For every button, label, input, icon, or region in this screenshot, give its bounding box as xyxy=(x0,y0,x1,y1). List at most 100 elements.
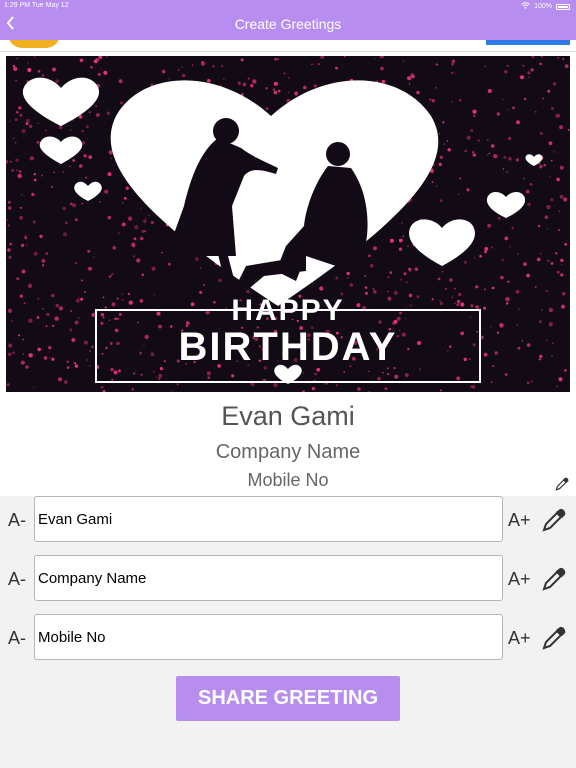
sparkle-dot xyxy=(231,374,235,378)
sparkle-dot xyxy=(112,246,117,250)
sparkle-dot xyxy=(74,320,79,325)
sparkle-dot xyxy=(389,271,393,274)
battery-percentage: 100% xyxy=(534,3,552,10)
sparkle-dot xyxy=(500,275,504,280)
sparkle-dot xyxy=(33,386,35,388)
increase-font-button[interactable]: A+ xyxy=(508,569,531,590)
sparkle-dot xyxy=(79,58,84,63)
increase-font-button[interactable]: A+ xyxy=(508,628,531,649)
decrease-font-button[interactable]: A- xyxy=(8,569,26,590)
sparkle-dot xyxy=(531,56,535,59)
sparkle-dot xyxy=(100,312,105,317)
sparkle-dot xyxy=(102,316,105,319)
sparkle-dot xyxy=(12,64,16,68)
sparkle-dot xyxy=(479,254,482,258)
sparkle-dot xyxy=(55,79,59,83)
sparkle-dot xyxy=(161,69,166,74)
eyedropper-icon[interactable] xyxy=(540,506,568,534)
sparkle-dot xyxy=(45,325,48,327)
sparkle-dot xyxy=(22,338,25,341)
eyedropper-icon[interactable] xyxy=(540,624,568,652)
name-input[interactable] xyxy=(34,496,503,542)
sparkle-dot xyxy=(403,272,407,276)
sparkle-dot xyxy=(477,139,480,142)
eyedropper-icon[interactable] xyxy=(540,565,568,593)
sparkle-dot xyxy=(439,299,442,302)
sparkle-dot xyxy=(110,367,114,372)
sparkle-dot xyxy=(223,78,225,80)
sparkle-dot xyxy=(496,112,500,116)
sparkle-dot xyxy=(50,185,54,189)
sparkle-dot xyxy=(404,373,409,377)
sparkle-dot xyxy=(407,245,409,247)
sparkle-dot xyxy=(182,73,186,78)
sparkle-dot xyxy=(176,383,179,386)
sparkle-dot xyxy=(463,260,467,264)
sparkle-dot xyxy=(265,87,268,90)
sparkle-dot xyxy=(84,176,88,179)
sparkle-dot xyxy=(12,351,15,355)
sparkle-dot xyxy=(50,293,55,298)
small-heart-shape xyxy=(409,219,475,266)
sparkle-dot xyxy=(7,200,11,204)
sparkle-dot xyxy=(546,228,548,230)
sparkle-dot xyxy=(42,307,44,310)
decrease-font-button[interactable]: A- xyxy=(8,628,26,649)
sparkle-dot xyxy=(517,346,521,350)
sparkle-dot xyxy=(125,186,129,190)
sparkle-dot xyxy=(277,58,279,60)
sparkle-dot xyxy=(28,353,33,358)
ad-banner[interactable] xyxy=(0,40,576,52)
sparkle-dot xyxy=(14,118,18,121)
sparkle-dot xyxy=(523,177,525,180)
sparkle-dot xyxy=(445,288,447,290)
sparkle-dot xyxy=(72,203,77,208)
sparkle-dot xyxy=(487,88,492,94)
mobile-input[interactable] xyxy=(34,614,503,660)
sparkle-dot xyxy=(357,387,361,391)
sparkle-dot xyxy=(66,360,69,363)
sparkle-dot xyxy=(556,385,559,388)
share-greeting-button[interactable]: SHARE GREETING xyxy=(176,676,400,721)
company-input[interactable] xyxy=(34,555,503,601)
sparkle-dot xyxy=(7,224,10,227)
sparkle-dot xyxy=(438,162,442,167)
sparkle-dot xyxy=(116,297,119,300)
sparkle-dot xyxy=(558,377,563,382)
increase-font-button[interactable]: A+ xyxy=(508,510,531,531)
sparkle-dot xyxy=(114,317,117,321)
sparkle-dot xyxy=(80,279,83,282)
sparkle-dot xyxy=(539,354,543,358)
sparkle-dot xyxy=(18,170,22,174)
sparkle-dot xyxy=(127,216,133,221)
sparkle-dot xyxy=(110,157,112,159)
sparkle-dot xyxy=(548,307,554,313)
sparkle-dot xyxy=(163,360,166,363)
sparkle-dot xyxy=(380,66,384,71)
sparkle-dot xyxy=(543,163,546,167)
sparkle-dot xyxy=(252,79,257,84)
sparkle-dot xyxy=(499,323,504,328)
eyedropper-icon[interactable] xyxy=(554,476,570,492)
sparkle-dot xyxy=(408,83,411,85)
sparkle-dot xyxy=(81,129,84,133)
sparkle-dot xyxy=(9,120,11,122)
sparkle-dot xyxy=(148,214,150,216)
sparkle-dot xyxy=(87,249,91,253)
sparkle-dot xyxy=(436,185,438,187)
sparkle-dot xyxy=(150,220,154,225)
sparkle-dot xyxy=(303,372,305,374)
ad-button[interactable] xyxy=(486,40,570,45)
sparkle-dot xyxy=(81,202,84,205)
name-row: A- A+ xyxy=(0,496,576,542)
sparkle-dot xyxy=(16,169,18,171)
sparkle-dot xyxy=(113,370,118,375)
sparkle-dot xyxy=(523,262,527,266)
sparkle-dot xyxy=(414,267,419,271)
sparkle-dot xyxy=(528,76,530,78)
sparkle-dot xyxy=(451,59,456,64)
decrease-font-button[interactable]: A- xyxy=(8,510,26,531)
sparkle-dot xyxy=(273,90,278,95)
greeting-image: HAPPY BIRTHDAY xyxy=(6,56,570,392)
sparkle-dot xyxy=(487,223,491,228)
